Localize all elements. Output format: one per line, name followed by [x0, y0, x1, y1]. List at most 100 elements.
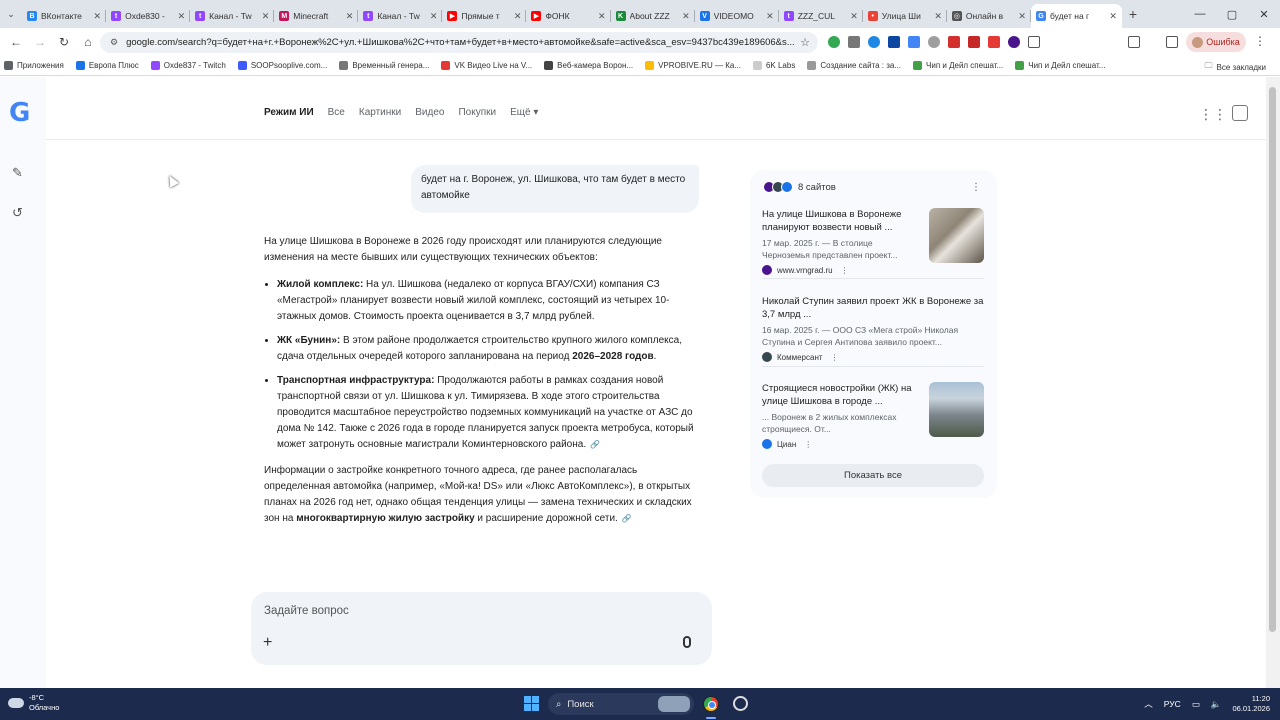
- search-mode-tab[interactable]: Режим ИИ: [264, 107, 314, 118]
- chrome-taskbar-icon[interactable]: [703, 696, 719, 712]
- new-chat-icon[interactable]: ✎: [12, 165, 23, 181]
- obs-taskbar-icon[interactable]: [733, 696, 748, 711]
- tab[interactable]: t Канал - Tw ✕: [190, 4, 275, 28]
- tray-overflow-icon[interactable]: ︿: [1144, 698, 1153, 710]
- extensions-puzzle-icon[interactable]: [1028, 36, 1040, 48]
- tab[interactable]: ▶ Прямые т ✕: [442, 4, 527, 28]
- back-icon[interactable]: ←: [4, 35, 28, 49]
- extension-red-icon[interactable]: [948, 36, 960, 48]
- tab-close-icon[interactable]: ✕: [598, 11, 606, 22]
- search-mode-tab[interactable]: Ещё ▾: [510, 107, 538, 118]
- bookmark-item[interactable]: Чип и Дейл спешат...: [913, 61, 1003, 70]
- screenshot-icon[interactable]: [1128, 36, 1140, 48]
- tab-close-icon[interactable]: ✕: [682, 11, 690, 22]
- tab[interactable]: • Улица Ши ✕: [863, 4, 947, 28]
- clock[interactable]: 11:20 06.01.2026: [1232, 694, 1270, 714]
- tab[interactable]: ◎ Онлайн в ✕: [947, 4, 1031, 28]
- tab[interactable]: t Oxde830 - ✕: [106, 4, 191, 28]
- tab-close-icon[interactable]: ✕: [1018, 11, 1026, 22]
- taskbar-search[interactable]: ⌕ Поиск: [548, 693, 694, 715]
- windows-start-icon[interactable]: [524, 696, 539, 711]
- tab-close-icon[interactable]: ✕: [430, 11, 438, 22]
- extension-grid-icon[interactable]: [848, 36, 860, 48]
- google-apps-icon[interactable]: ⋮⋮: [1199, 106, 1227, 123]
- bookmark-item[interactable]: VK Видео Live на V...: [441, 61, 532, 70]
- account-avatar[interactable]: [1232, 105, 1248, 121]
- browser-menu-icon[interactable]: ⋮: [1254, 34, 1266, 48]
- bookmark-item[interactable]: Создание сайта : за...: [807, 61, 901, 70]
- search-mode-tab[interactable]: Видео: [415, 107, 444, 118]
- scrollbar-thumb[interactable]: [1269, 87, 1276, 632]
- tab[interactable]: B ВКонтакте ✕: [22, 4, 107, 28]
- extension-purple-icon[interactable]: [1008, 36, 1020, 48]
- tab-close-icon[interactable]: ✕: [178, 11, 186, 22]
- source-more-icon[interactable]: ⋮: [841, 266, 849, 275]
- microphone-icon[interactable]: [683, 636, 691, 648]
- tab-search-icon[interactable]: ⌄: [0, 0, 22, 28]
- extension-dark-icon[interactable]: [888, 36, 900, 48]
- home-icon[interactable]: ⌂: [76, 35, 100, 49]
- tab-close-icon[interactable]: ✕: [850, 11, 858, 22]
- reload-icon[interactable]: ↻: [52, 35, 76, 49]
- tab-close-icon[interactable]: ✕: [94, 11, 102, 22]
- ask-input-box[interactable]: Задайте вопрос +: [251, 592, 712, 665]
- source-card[interactable]: На улице Шишкова в Воронеже планируют во…: [762, 208, 984, 275]
- source-more-icon[interactable]: ⋮: [831, 353, 839, 362]
- google-logo-icon[interactable]: G: [9, 100, 33, 126]
- tab-close-icon[interactable]: ✕: [346, 11, 354, 22]
- page-scrollbar[interactable]: [1266, 77, 1280, 688]
- show-all-button[interactable]: Показать все: [762, 464, 984, 487]
- tab[interactable]: K About ZZZ ✕: [611, 4, 695, 28]
- reading-list-icon[interactable]: [1166, 36, 1178, 48]
- history-icon[interactable]: ↺: [12, 205, 23, 221]
- address-url[interactable]: google.com/search?q=будет+на+г.+Воронеж%…: [126, 37, 800, 48]
- bookmark-item[interactable]: SOOPsooplive.com...: [237, 61, 327, 70]
- all-bookmarks-button[interactable]: 🗀 Все закладки: [1205, 60, 1266, 74]
- new-tab-button[interactable]: +: [1122, 6, 1144, 22]
- extension-shield-icon[interactable]: [828, 36, 840, 48]
- extension-translate-icon[interactable]: [908, 36, 920, 48]
- close-window-icon[interactable]: ✕: [1248, 0, 1280, 28]
- network-icon[interactable]: ▭: [1192, 699, 1200, 710]
- extension-gray-icon[interactable]: [928, 36, 940, 48]
- sources-header[interactable]: 8 сайтов: [763, 181, 836, 193]
- bookmark-item[interactable]: Веб-камера Ворон...: [544, 61, 633, 70]
- site-info-icon[interactable]: ⚙: [110, 37, 118, 48]
- tab-close-icon[interactable]: ✕: [1109, 11, 1117, 22]
- weather-widget[interactable]: -8°C Облачно: [8, 693, 59, 713]
- tab[interactable]: t ZZZ_CUL ✕: [779, 4, 863, 28]
- ask-placeholder[interactable]: Задайте вопрос: [264, 605, 349, 617]
- tab-close-icon[interactable]: ✕: [262, 11, 270, 22]
- bookmark-item[interactable]: VPROBIVE.RU — Ка...: [645, 61, 741, 70]
- source-card[interactable]: Строящиеся новостройки (ЖК) на улице Шиш…: [762, 382, 984, 449]
- source-title[interactable]: Николай Ступин заявил проект ЖК в Вороне…: [762, 295, 984, 321]
- address-bar[interactable]: ⚙ google.com/search?q=будет+на+г.+Вороне…: [100, 32, 818, 53]
- source-title[interactable]: На улице Шишкова в Воронеже планируют во…: [762, 208, 922, 234]
- tab-active[interactable]: Gбудет на г ✕: [1030, 4, 1122, 28]
- tab[interactable]: M Minecraft ✕: [274, 4, 359, 28]
- minimize-icon[interactable]: —: [1184, 0, 1216, 28]
- language-indicator[interactable]: РУС: [1164, 699, 1181, 709]
- search-mode-tab[interactable]: Все: [328, 107, 345, 118]
- link-icon[interactable]: 🔗: [622, 511, 632, 527]
- extension-pdf-icon[interactable]: [968, 36, 980, 48]
- forward-icon[interactable]: →: [28, 35, 52, 49]
- source-title[interactable]: Строящиеся новостройки (ЖК) на улице Шиш…: [762, 382, 922, 408]
- tab[interactable]: ▶ ФОНК ✕: [526, 4, 611, 28]
- bookmark-item[interactable]: Приложения: [4, 61, 64, 70]
- maximize-icon[interactable]: ▢: [1216, 0, 1248, 28]
- extension-red2-icon[interactable]: [988, 36, 1000, 48]
- source-card[interactable]: Николай Ступин заявил проект ЖК в Вороне…: [762, 295, 984, 362]
- bookmark-item[interactable]: 6K Labs: [752, 61, 795, 70]
- add-attachment-icon[interactable]: +: [263, 634, 272, 652]
- source-more-icon[interactable]: ⋮: [804, 440, 812, 449]
- tab[interactable]: t Канал - Tw ✕: [358, 4, 443, 28]
- sources-menu-icon[interactable]: ⋮: [971, 182, 981, 193]
- bookmark-item[interactable]: Временный генера...: [339, 61, 429, 70]
- tab[interactable]: V VIDEOMO ✕: [695, 4, 779, 28]
- extension-blue-icon[interactable]: [868, 36, 880, 48]
- link-icon[interactable]: 🔗: [590, 437, 600, 453]
- search-mode-tab[interactable]: Картинки: [359, 107, 401, 118]
- tab-close-icon[interactable]: ✕: [514, 11, 522, 22]
- volume-icon[interactable]: 🔈: [1211, 699, 1222, 710]
